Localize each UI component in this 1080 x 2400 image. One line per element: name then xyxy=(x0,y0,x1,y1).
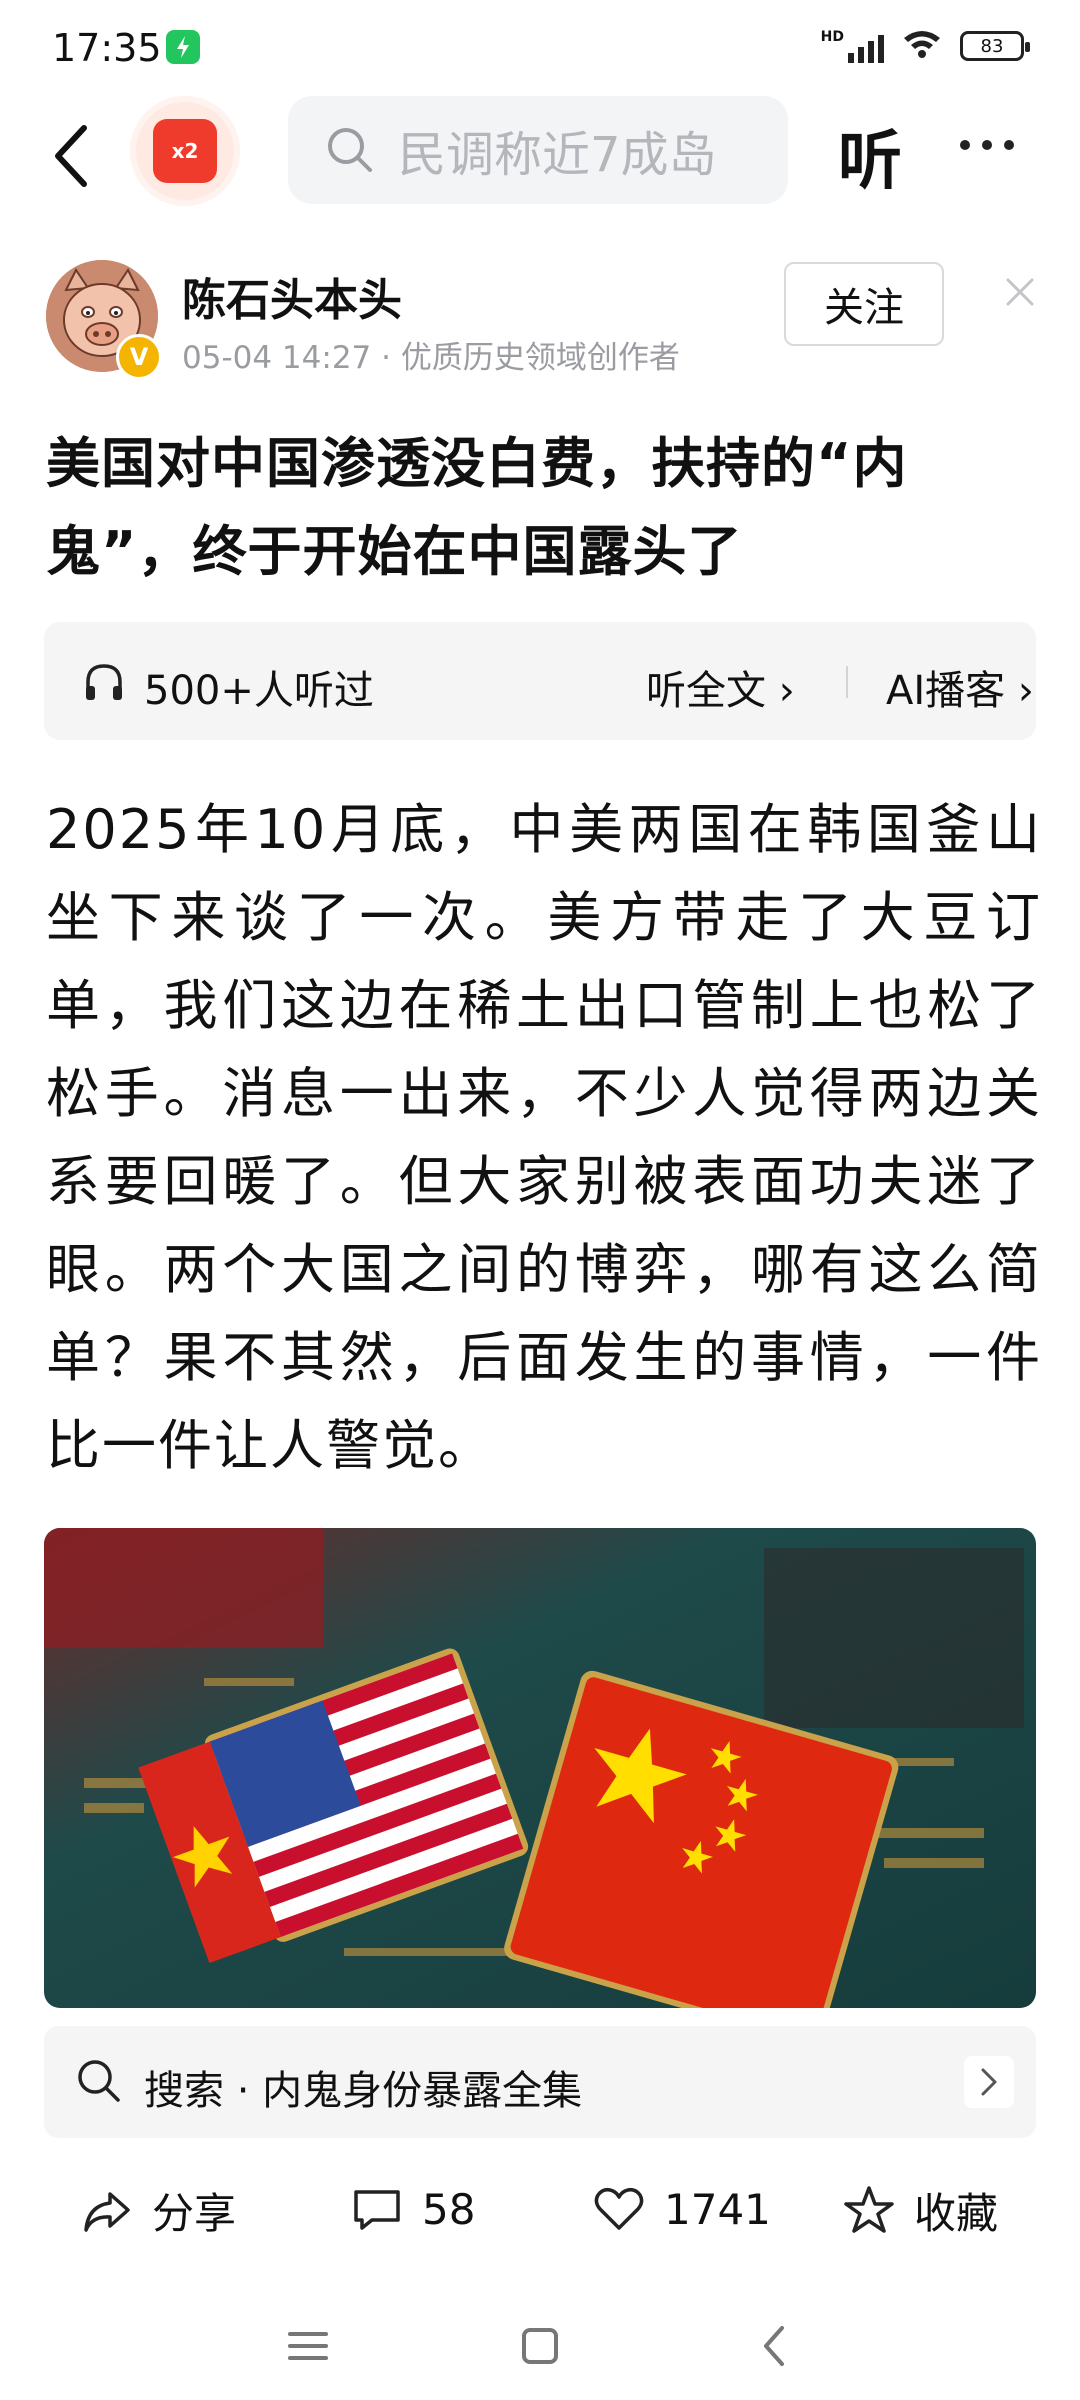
reward-badge-button[interactable]: x2 xyxy=(130,96,240,206)
status-time: 17:35 xyxy=(52,26,162,70)
top-nav: x2 民调称近7成岛 听 xyxy=(0,96,1080,214)
follow-label: 关注 xyxy=(824,285,904,331)
back-chevron-icon xyxy=(764,2326,784,2366)
more-options-button[interactable] xyxy=(960,140,1014,150)
article-body: 2025年10月底，中美两国在韩国釜山坐下来谈了一次。美方带走了大豆订单，我们这… xyxy=(46,798,1042,1477)
verified-badge-icon: V xyxy=(116,334,162,380)
red-envelope-icon: x2 xyxy=(153,119,217,183)
follow-button[interactable]: 关注 xyxy=(784,262,944,346)
signal-icon: HD xyxy=(821,29,884,63)
more-dot xyxy=(1004,140,1014,150)
like-count: 1741 xyxy=(664,2184,771,2234)
verified-mark: V xyxy=(129,343,149,371)
network-type: HD xyxy=(820,29,844,45)
reward-multiplier: x2 xyxy=(171,139,199,163)
system-back-button[interactable] xyxy=(748,2318,804,2374)
related-search-text: 搜索 · 内鬼身份暴露全集 xyxy=(144,2068,583,2114)
heart-icon xyxy=(594,2187,644,2230)
us-china-flags-on-chip-image xyxy=(44,1528,1036,2008)
author-name[interactable]: 陈石头本头 xyxy=(182,264,402,328)
author-meta: 05-04 14:27 · 优质历史领域创作者 xyxy=(182,340,680,376)
search-input[interactable]: 民调称近7成岛 xyxy=(288,96,788,204)
more-dot xyxy=(960,140,970,150)
comment-count: 58 xyxy=(422,2184,476,2234)
author-row: V 陈石头本头 05-04 14:27 · 优质历史领域创作者 关注 xyxy=(0,258,1080,380)
recents-button[interactable] xyxy=(280,2318,336,2374)
audio-bar: 500+人听过 听全文 › AI播客 › xyxy=(44,622,1036,740)
favorite-button[interactable]: 收藏 xyxy=(840,2180,998,2241)
battery-icon: 83 xyxy=(960,31,1030,61)
listen-full-text-button[interactable]: 听全文 › xyxy=(646,658,795,716)
search-icon xyxy=(78,2060,120,2102)
article-title: 美国对中国渗透没白费，扶持的“内鬼”，终于开始在中国露头了 xyxy=(46,432,908,583)
close-icon xyxy=(1006,278,1034,306)
divider xyxy=(846,666,848,698)
comment-button[interactable]: 58 xyxy=(348,2180,475,2238)
favorite-label: 收藏 xyxy=(914,2189,999,2238)
battery-level: 83 xyxy=(980,35,1004,57)
wifi-icon xyxy=(902,28,942,64)
share-button[interactable]: 分享 xyxy=(78,2180,236,2241)
search-placeholder: 民调称近7成岛 xyxy=(398,127,717,183)
menu-lines-icon xyxy=(288,2332,328,2360)
status-bar: 17:35 HD 83 xyxy=(0,0,1080,96)
ai-podcast-label: AI播客 xyxy=(886,668,1006,714)
star-icon xyxy=(844,2185,894,2233)
back-button[interactable] xyxy=(40,116,110,196)
share-label: 分享 xyxy=(152,2189,237,2238)
home-square-icon xyxy=(522,2328,558,2364)
ai-podcast-button[interactable]: AI播客 › xyxy=(886,658,1034,716)
more-dot xyxy=(982,140,992,150)
home-button[interactable] xyxy=(512,2318,568,2374)
like-button[interactable]: 1741 xyxy=(590,2180,771,2238)
search-icon xyxy=(328,128,372,172)
headphones-icon xyxy=(86,664,122,700)
comment-icon xyxy=(354,2190,400,2230)
battery-saver-icon xyxy=(166,30,200,64)
share-icon xyxy=(84,2191,130,2232)
action-bar: 分享 58 1741 收藏 xyxy=(0,2160,1080,2260)
listen-count: 500+人听过 xyxy=(144,668,374,714)
related-search-button[interactable]: 搜索 · 内鬼身份暴露全集 xyxy=(44,2026,1036,2138)
listen-full-text-label: 听全文 xyxy=(646,668,766,714)
listen-button[interactable]: 听 xyxy=(838,110,902,202)
system-nav-bar xyxy=(0,2290,1080,2400)
article-image[interactable] xyxy=(44,1528,1036,2008)
chevron-right-icon xyxy=(964,2056,1014,2108)
close-button[interactable] xyxy=(1000,272,1040,312)
status-indicators: HD 83 xyxy=(821,28,1030,64)
back-arrow-icon xyxy=(55,125,87,187)
